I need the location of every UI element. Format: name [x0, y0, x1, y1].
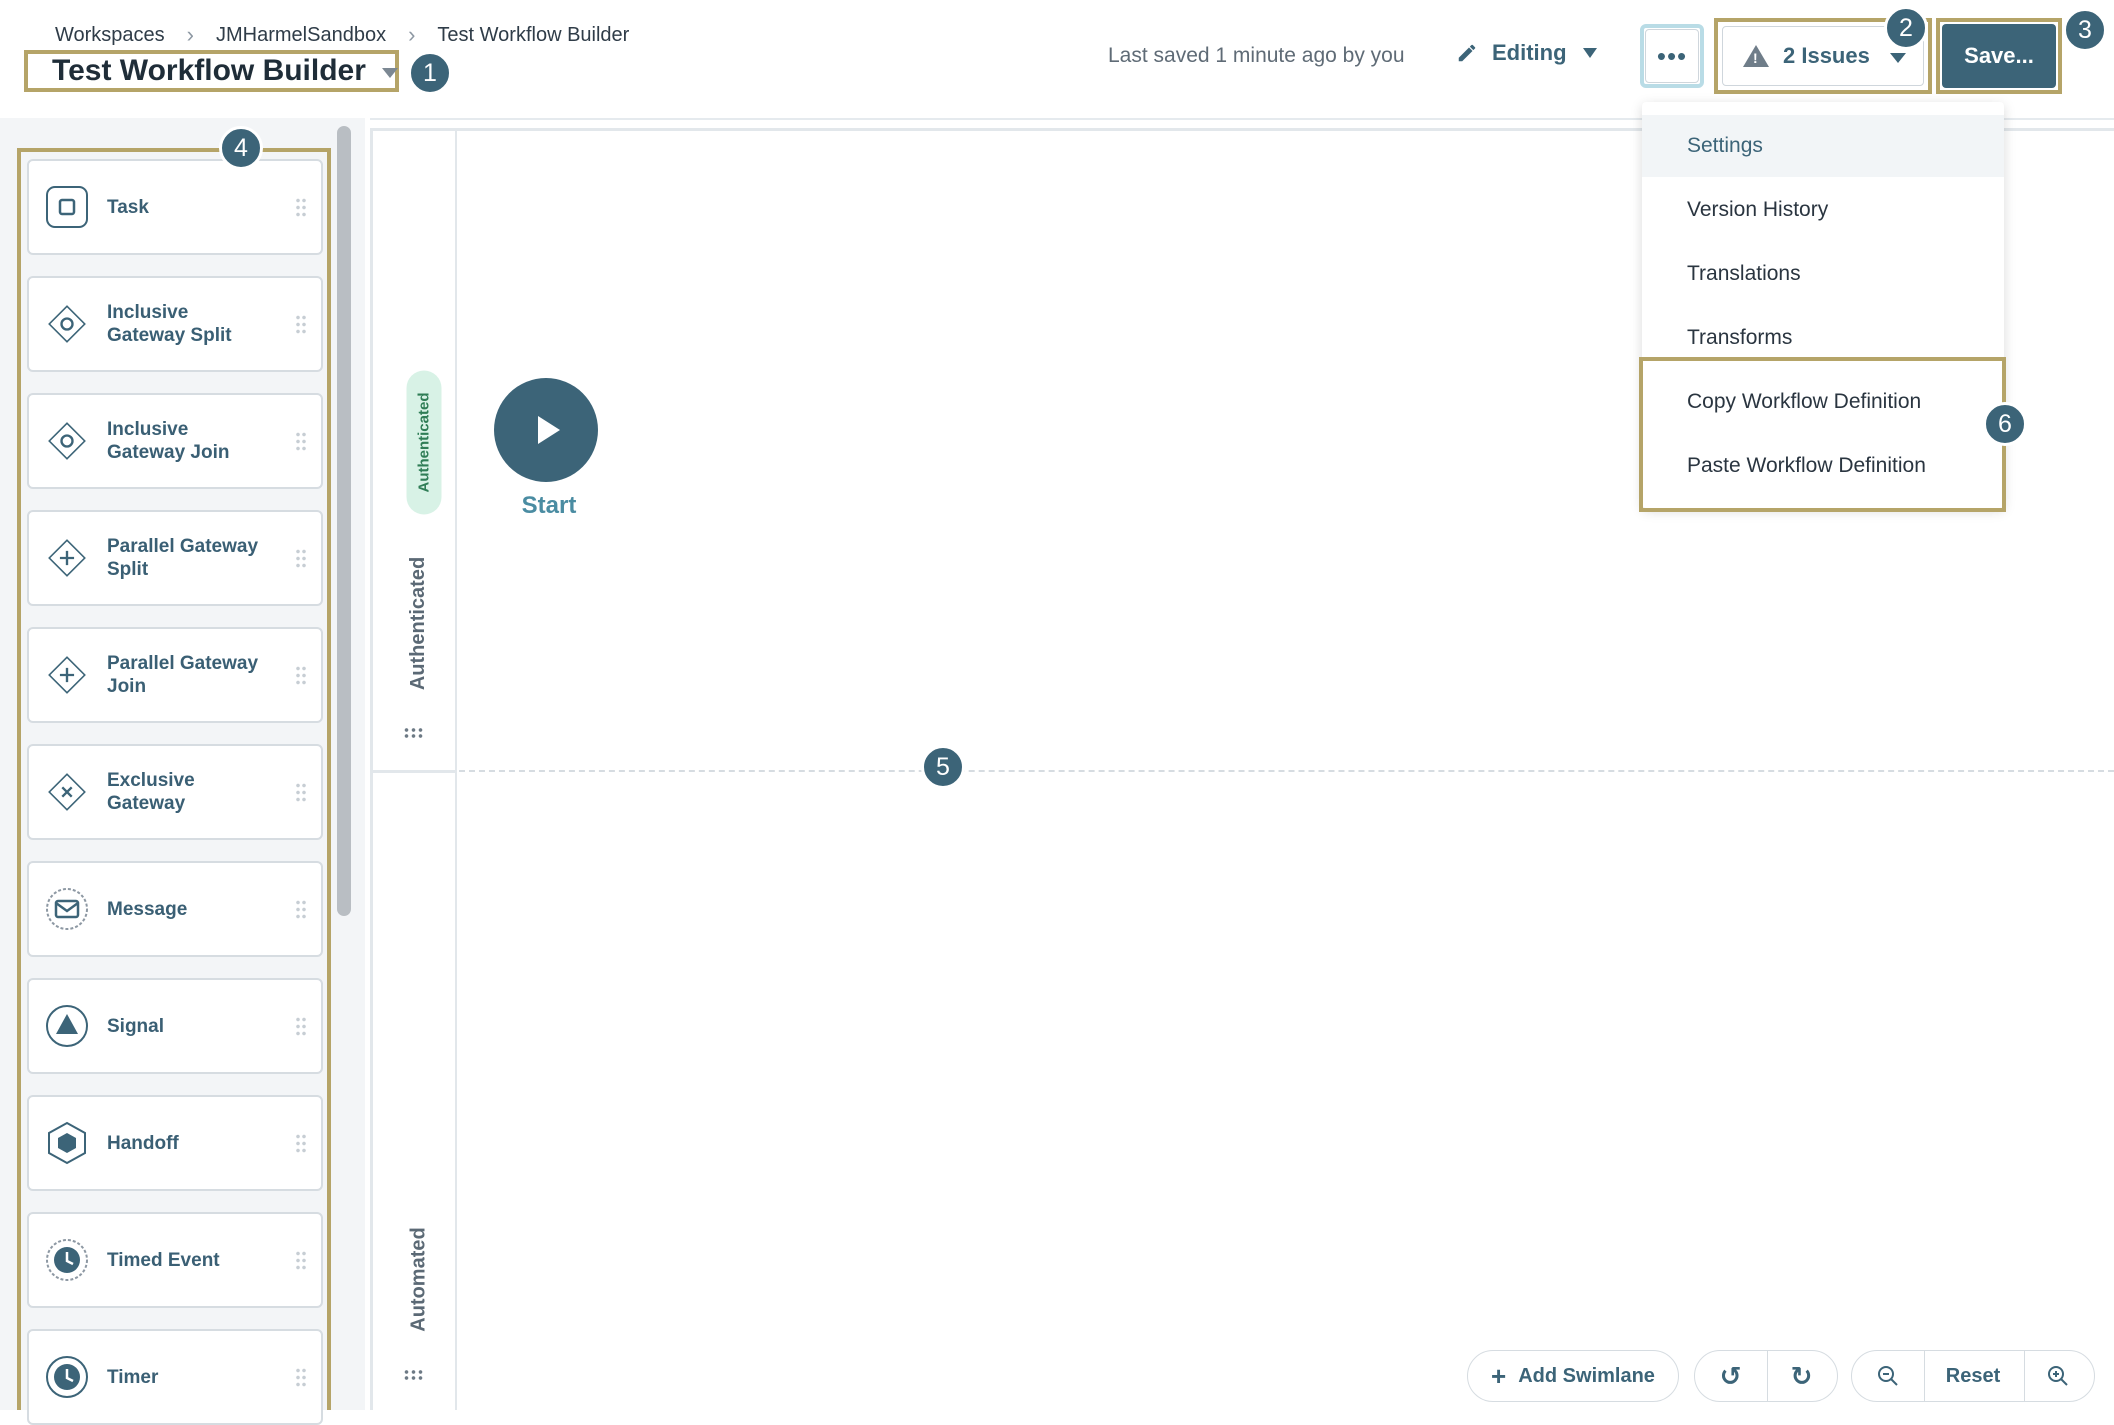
zoom-group: Reset: [1851, 1350, 2095, 1402]
more-options-button[interactable]: •••: [1640, 24, 1704, 88]
zoom-out-icon[interactable]: [1852, 1364, 1923, 1388]
callout-badge-1: 1: [408, 51, 452, 95]
chevron-right-icon: ›: [408, 22, 416, 47]
callout-outline-palette: [17, 148, 331, 1410]
lane-name-automated[interactable]: Automated: [408, 1227, 431, 1331]
undo-icon[interactable]: ↺: [1695, 1361, 1766, 1392]
lane-auth-badge: Authenticated: [406, 370, 442, 515]
divider: [1767, 1351, 1768, 1401]
menu-item-settings[interactable]: Settings: [1642, 115, 2004, 177]
swimlane-divider: [373, 770, 457, 773]
lane-name-authenticated[interactable]: Authenticated: [407, 557, 430, 690]
add-swimlane-button[interactable]: + Add Swimlane: [1467, 1350, 1679, 1402]
breadcrumb: Workspaces › JMHarmelSandbox › Test Work…: [55, 22, 629, 48]
zoom-in-icon[interactable]: [2023, 1364, 2094, 1388]
chevron-right-icon: ›: [186, 22, 194, 47]
redo-icon[interactable]: ↻: [1766, 1361, 1837, 1392]
page-title[interactable]: Test Workflow Builder: [52, 54, 398, 88]
editing-dropdown[interactable]: Editing: [1456, 40, 1597, 66]
breadcrumb-workspaces[interactable]: Workspaces: [55, 24, 165, 47]
issues-label: 2 Issues: [1783, 43, 1870, 68]
plus-icon: +: [1491, 1360, 1507, 1391]
ellipsis-icon: •••: [1645, 29, 1699, 83]
start-node[interactable]: [494, 378, 598, 482]
save-button[interactable]: Save...: [1942, 24, 2056, 88]
add-swimlane-label: Add Swimlane: [1518, 1364, 1655, 1387]
divider: [2024, 1351, 2025, 1401]
divider: [1924, 1351, 1925, 1401]
callout-badge-3: 3: [2063, 8, 2107, 52]
chevron-down-icon: [1582, 48, 1597, 58]
page-title-text: Test Workflow Builder: [52, 54, 366, 87]
zoom-reset-button[interactable]: Reset: [1923, 1365, 2022, 1388]
lane-drag-handle-icon[interactable]: [403, 1369, 425, 1381]
play-icon: [538, 416, 560, 444]
callout-badge-6: 6: [1983, 402, 2027, 446]
menu-item-version-history[interactable]: Version History: [1642, 179, 2004, 241]
start-node-label: Start: [521, 492, 577, 519]
pencil-icon: [1458, 44, 1476, 62]
warning-icon: [1743, 45, 1769, 67]
breadcrumb-current: Test Workflow Builder: [437, 23, 630, 46]
callout-outline-menu: [1639, 357, 2006, 512]
chevron-down-icon: [1889, 53, 1906, 63]
editing-label: Editing: [1492, 40, 1567, 65]
callout-badge-2: 2: [1884, 6, 1928, 50]
breadcrumb-sandbox[interactable]: JMHarmelSandbox: [216, 24, 386, 47]
chevron-down-icon: [381, 68, 398, 78]
callout-badge-5: 5: [921, 745, 965, 789]
lane-drag-handle-icon[interactable]: [403, 727, 425, 739]
palette-scrollbar[interactable]: [337, 126, 351, 916]
swimlane-boundary[interactable]: [459, 770, 2114, 772]
menu-item-translations[interactable]: Translations: [1642, 243, 2004, 305]
history-group: ↺ ↻: [1694, 1350, 1838, 1402]
last-saved-status: Last saved 1 minute ago by you: [1108, 44, 1405, 67]
callout-badge-4: 4: [219, 126, 263, 170]
